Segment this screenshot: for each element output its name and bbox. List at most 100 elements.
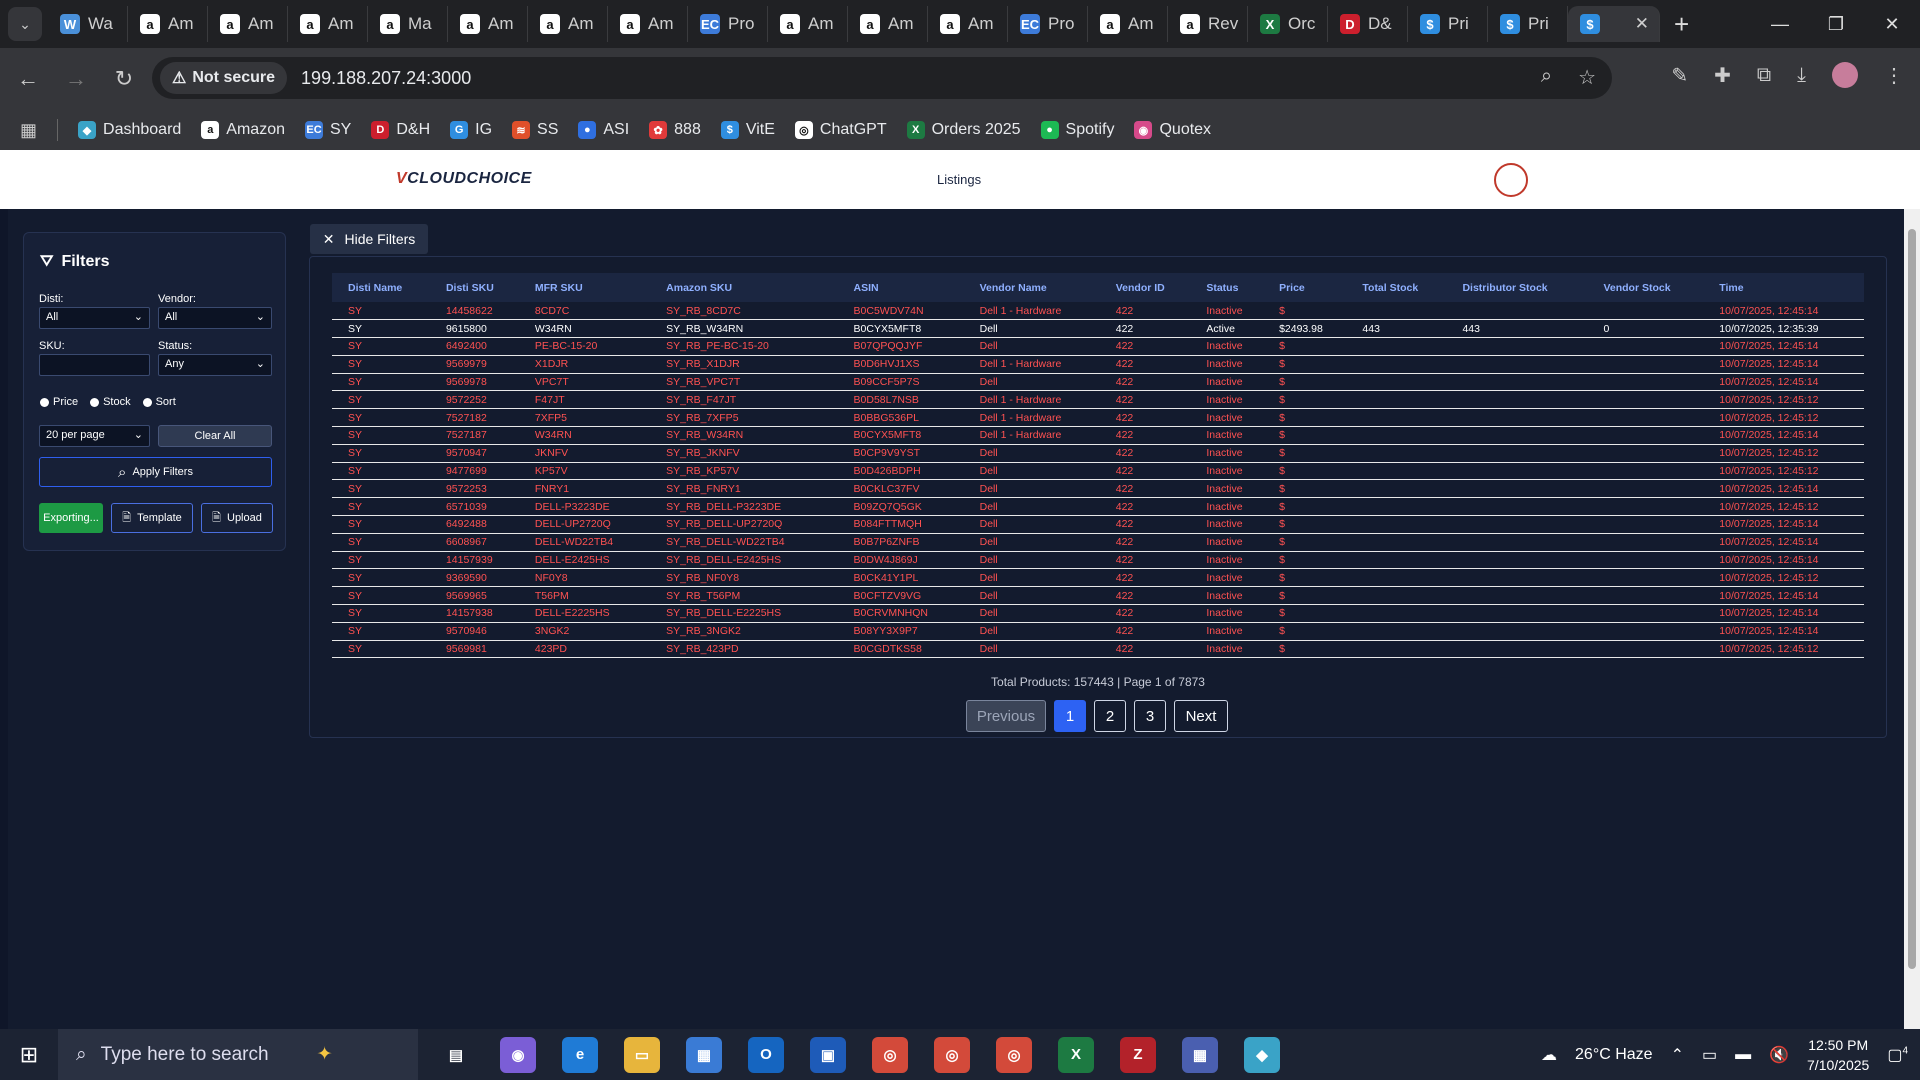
close-tab-icon[interactable]: ✕: [1635, 14, 1649, 34]
battery-icon[interactable]: ▬: [1735, 1046, 1751, 1064]
radio-sort[interactable]: Sort: [142, 396, 176, 408]
table-row[interactable]: SY 6492400 PE-BC-15-20 SY_RB_PE-BC-15-20 B07…: [332, 337, 1864, 356]
nav-listings-link[interactable]: Listings: [937, 172, 981, 187]
omnibox[interactable]: ⚠ Not secure 199.188.207.24:3000 ⌕ ☆: [152, 57, 1612, 99]
column-header[interactable]: Total Stock: [1346, 273, 1446, 302]
bookmark-item[interactable]: ✿ 888: [649, 121, 701, 139]
upload-button[interactable]: 🗎 Upload: [201, 503, 273, 533]
notifications-icon[interactable]: ▢4: [1887, 1045, 1908, 1065]
browser-tab[interactable]: a Am: [768, 6, 848, 42]
tab-search-button[interactable]: ⌄: [8, 7, 42, 41]
weather-text[interactable]: 26°C Haze: [1575, 1046, 1653, 1064]
browser-tab[interactable]: a Rev: [1168, 6, 1248, 42]
table-row[interactable]: SY 14157939 DELL-E2425HS SY_RB_DELL-E2425HS…: [332, 551, 1864, 570]
column-header[interactable]: Distributor Stock: [1446, 273, 1587, 302]
table-row[interactable]: SY 9369590 NF0Y8 SY_RB_NF0Y8 B0CK41Y1PL Dell 4…: [332, 568, 1864, 588]
brand-logo[interactable]: VCLOUDCHOICE: [396, 170, 532, 188]
close-window-button[interactable]: ✕: [1864, 0, 1920, 48]
bookmark-item[interactable]: $ VitE: [720, 121, 775, 139]
bookmark-item[interactable]: EC SY: [305, 121, 351, 139]
bookmark-item[interactable]: ≋ SS: [512, 121, 558, 139]
edge-icon[interactable]: e: [562, 1036, 598, 1073]
sku-input[interactable]: [39, 354, 150, 376]
column-header[interactable]: Vendor Name: [964, 273, 1100, 302]
extensions-puzzle-icon[interactable]: ⧉: [1757, 64, 1771, 87]
template-button[interactable]: 🗎 Template: [111, 503, 193, 533]
outlook-icon[interactable]: O: [748, 1036, 784, 1073]
browser-tab[interactable]: $ ✕: [1568, 6, 1660, 42]
restore-button[interactable]: ❐: [1808, 0, 1864, 48]
column-header[interactable]: Amazon SKU: [650, 273, 837, 302]
apps-grid-icon[interactable]: ▦: [20, 120, 37, 141]
windows-start-button[interactable]: ⊞: [0, 1029, 58, 1080]
bookmark-item[interactable]: ◆ Dashboard: [78, 121, 181, 139]
bookmark-item[interactable]: ● Spotify: [1040, 121, 1114, 139]
table-row[interactable]: SY 9477699 KP57V SY_RB_KP57V B0D426BDPH Dell 4…: [332, 462, 1864, 481]
back-button[interactable]: ←: [8, 66, 48, 92]
table-row[interactable]: SY 9572253 FNRY1 SY_RB_FNRY1 B0CKLC37FV Dell 4…: [332, 479, 1864, 499]
dashboard-app-icon[interactable]: ◆: [1244, 1036, 1280, 1073]
bookmark-item[interactable]: a Amazon: [201, 121, 285, 139]
bookmark-star-icon[interactable]: ☆: [1578, 65, 1596, 90]
table-row[interactable]: SY 9569965 T56PM SY_RB_T56PM B0CFTZV9VG Dell 4…: [332, 586, 1864, 606]
bookmark-item[interactable]: ◎ ChatGPT: [794, 121, 887, 139]
column-header[interactable]: Vendor ID: [1100, 273, 1191, 302]
browser-tab[interactable]: a Am: [1088, 6, 1168, 42]
calculator-icon[interactable]: ▦: [1182, 1036, 1218, 1073]
previous-page-button[interactable]: Previous: [966, 700, 1046, 732]
browser-tab[interactable]: W Wa: [48, 6, 128, 42]
vendor-select[interactable]: All ⌄: [158, 307, 272, 329]
radio-price[interactable]: Price: [40, 396, 78, 408]
table-row[interactable]: SY 6492488 DELL-UP2720Q SY_RB_DELL-UP2720Q B…: [332, 515, 1864, 534]
hide-filters-button[interactable]: ✕ Hide Filters: [310, 224, 428, 254]
extension-pen-icon[interactable]: ✎: [1671, 63, 1688, 88]
file-explorer-icon[interactable]: ▭: [624, 1036, 660, 1073]
column-header[interactable]: Status: [1190, 273, 1263, 302]
page-button-2[interactable]: 2: [1094, 700, 1126, 732]
column-header[interactable]: ASIN: [838, 273, 964, 302]
browser-tab[interactable]: a Am: [528, 6, 608, 42]
column-header[interactable]: Disti Name: [332, 273, 430, 302]
next-page-button[interactable]: Next: [1174, 700, 1228, 732]
browser-tab[interactable]: X Orc: [1248, 6, 1328, 42]
minimize-button[interactable]: —: [1752, 0, 1808, 48]
table-row[interactable]: SY 9572252 F47JT SY_RB_F47JT B0D58L7NSB Dell …: [332, 390, 1864, 410]
kebab-menu-icon[interactable]: ⋮: [1884, 63, 1904, 88]
chrome-icon[interactable]: ◎: [934, 1036, 970, 1073]
table-row[interactable]: SY 7527187 W34RN SY_RB_W34RN B0CYX5MFT8 Dell …: [332, 426, 1864, 445]
chevron-up-icon[interactable]: ⌃: [1671, 1045, 1684, 1065]
security-chip[interactable]: ⚠ Not secure: [160, 62, 288, 94]
disti-select[interactable]: All ⌄: [39, 307, 150, 329]
store-icon[interactable]: ▦: [686, 1036, 722, 1073]
browser-tab[interactable]: a Am: [448, 6, 528, 42]
table-row[interactable]: SY 14458622 8CD7C SY_RB_8CD7C B0C5WDV74N Dell…: [332, 302, 1864, 321]
bookmark-item[interactable]: G IG: [450, 121, 492, 139]
copilot-icon[interactable]: ◉: [500, 1036, 536, 1073]
weather-icon[interactable]: ☁: [1541, 1045, 1557, 1065]
zoom-icon[interactable]: ⌕: [1541, 65, 1552, 90]
browser-tab[interactable]: D D&: [1328, 6, 1408, 42]
column-header[interactable]: Vendor Stock: [1587, 273, 1703, 302]
profile-avatar[interactable]: [1832, 62, 1858, 88]
browser-tab[interactable]: a Am: [848, 6, 928, 42]
network-icon[interactable]: ▭: [1702, 1045, 1717, 1065]
column-header[interactable]: Disti SKU: [430, 273, 519, 302]
bookmark-item[interactable]: D D&H: [371, 121, 430, 139]
column-header[interactable]: Time: [1703, 273, 1864, 302]
chrome-icon[interactable]: ◎: [996, 1036, 1032, 1073]
table-row[interactable]: SY 9570946 3NGK2 SY_RB_3NGK2 B08YY3X9P7 Dell 4…: [332, 622, 1864, 641]
column-header[interactable]: MFR SKU: [519, 273, 650, 302]
exporting-button[interactable]: Exporting...: [39, 503, 103, 533]
extension-cross-icon[interactable]: ✚: [1714, 63, 1731, 88]
table-row[interactable]: SY 9615800 W34RN SY_RB_W34RN B0CYX5MFT8 Dell 4…: [332, 319, 1864, 339]
browser-tab[interactable]: a Am: [288, 6, 368, 42]
per-page-select[interactable]: 20 per page ⌄: [39, 425, 150, 447]
table-row[interactable]: SY 9570947 JKNFV SY_RB_JKNFV B0CP9V9YST Dell 4…: [332, 444, 1864, 463]
table-row[interactable]: SY 14157938 DELL-E2225HS SY_RB_DELL-E2225HS…: [332, 604, 1864, 623]
browser-tab[interactable]: EC Pro: [688, 6, 768, 42]
user-account-icon[interactable]: [1494, 163, 1528, 197]
page-button-3[interactable]: 3: [1134, 700, 1166, 732]
page-scrollbar[interactable]: [1904, 209, 1920, 1029]
browser-tab[interactable]: a Ma: [368, 6, 448, 42]
clear-all-button[interactable]: Clear All: [158, 425, 272, 447]
